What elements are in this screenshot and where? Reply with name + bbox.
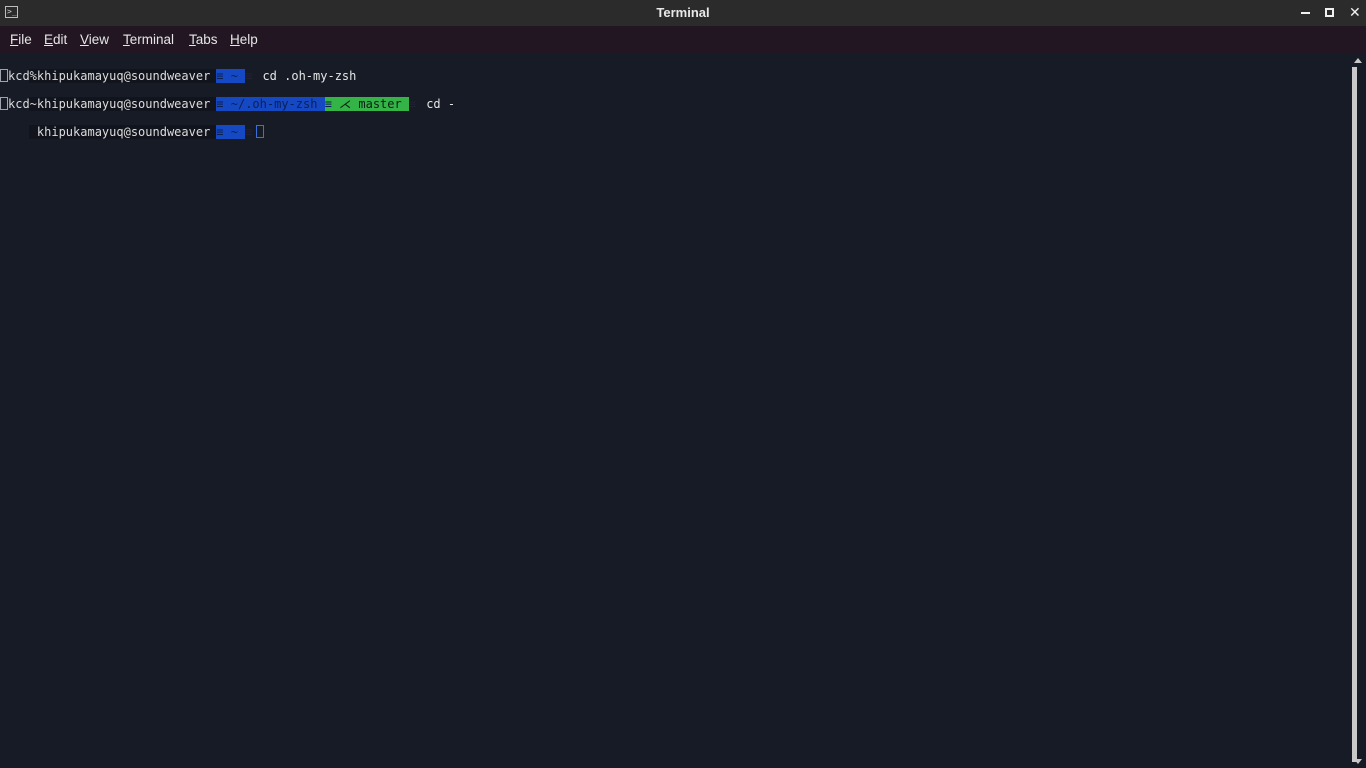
prompt-dir-text: ~/.oh-my-zsh: [223, 97, 325, 111]
output-line: kcd~: [0, 97, 37, 111]
menu-tabs[interactable]: Tabs: [189, 26, 218, 54]
command-text: cd -: [426, 97, 456, 111]
minimize-icon: [1301, 12, 1310, 14]
output-text: kcd~: [8, 97, 37, 111]
minimize-button[interactable]: [1296, 0, 1318, 26]
menu-help-label: elp: [239, 32, 258, 47]
segment-separator-icon: ≡: [216, 69, 224, 83]
menu-view-label: iew: [88, 32, 110, 47]
segment-separator-icon: ≡: [324, 97, 332, 111]
title-bar: >_ Terminal ✕: [0, 0, 1366, 26]
prompt-dir-segment: ≡ ~/.oh-my-zsh: [216, 97, 325, 111]
menu-file-mnemonic: F: [10, 32, 19, 47]
git-branch-text: ⋌ master: [331, 97, 409, 111]
prompt-user-segment: khipukamayuq@soundweaver: [28, 97, 217, 111]
maximize-button[interactable]: [1320, 0, 1342, 26]
prompt-dir-segment: ≡ ~: [216, 125, 246, 139]
menu-help-mnemonic: H: [230, 32, 240, 47]
unknown-glyph-icon: [0, 69, 8, 82]
menu-view[interactable]: View: [80, 26, 109, 54]
prompt-user-segment: khipukamayuq@soundweaver: [28, 69, 217, 83]
output-line: kcd%: [0, 69, 37, 83]
menu-edit-mnemonic: E: [44, 32, 54, 47]
terminal-view[interactable]: khipukamayuq@soundweaver ≡ ~ ≡ cd .oh-my-z…: [0, 54, 1350, 768]
close-icon: ✕: [1349, 5, 1361, 21]
scroll-up-icon[interactable]: [1354, 58, 1362, 63]
prompt-dir-text: ~: [223, 125, 246, 139]
maximize-icon: [1325, 8, 1334, 17]
menu-file[interactable]: File: [10, 26, 32, 54]
menu-terminal-mnemonic: T: [123, 32, 130, 47]
prompt-user-segment: khipukamayuq@soundweaver: [28, 125, 217, 139]
menu-bar: File Edit View Terminal Tabs Help: [0, 26, 1366, 54]
command-text: cd .oh-my-zsh: [262, 69, 357, 83]
scroll-down-icon[interactable]: [1354, 759, 1362, 764]
prompt-dir-text: ~: [223, 69, 246, 83]
menu-help[interactable]: Help: [230, 26, 258, 54]
menu-terminal[interactable]: Terminal: [123, 26, 174, 54]
segment-separator-icon: ≡: [216, 97, 224, 111]
menu-tabs-label: abs: [195, 32, 218, 47]
scrollbar-thumb[interactable]: [1352, 67, 1357, 762]
close-button[interactable]: ✕: [1344, 0, 1366, 26]
menu-terminal-label: erminal: [129, 32, 175, 47]
menu-file-label: ile: [18, 32, 32, 47]
prompt-git-segment: ≡ ⋌ master: [324, 97, 409, 111]
menu-tabs-mnemonic: T: [189, 32, 196, 47]
segment-separator-icon: ≡: [216, 125, 224, 139]
prompt-line: khipukamayuq@soundweaver ≡ ~ ≡: [0, 111, 265, 139]
text-cursor[interactable]: [256, 125, 265, 138]
prompt-line: khipukamayuq@soundweaver ≡ ~/.oh-my-zsh ≡…: [0, 83, 455, 111]
prompt-line: khipukamayuq@soundweaver ≡ ~ ≡ cd .oh-my-z…: [0, 55, 356, 83]
segment-separator-icon: ≡: [245, 125, 253, 139]
menu-edit[interactable]: Edit: [44, 26, 67, 54]
output-text: kcd%: [8, 69, 37, 83]
unknown-glyph-icon: [0, 97, 8, 110]
prompt-dir-segment: ≡ ~: [216, 69, 246, 83]
menu-edit-label: dit: [53, 32, 68, 47]
window-title: Terminal: [656, 5, 710, 20]
menu-view-mnemonic: V: [80, 32, 89, 47]
vertical-scrollbar[interactable]: [1350, 54, 1366, 768]
